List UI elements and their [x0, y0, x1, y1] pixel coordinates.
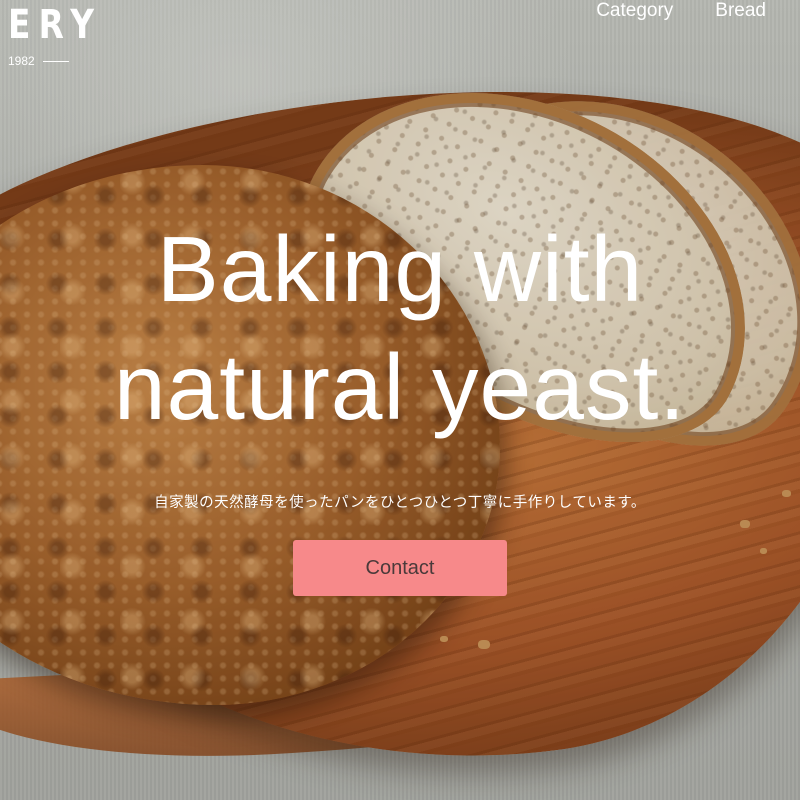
nav-item-bread[interactable]: Bread: [715, 0, 766, 22]
brand-logo[interactable]: ERY 1982: [8, 2, 123, 68]
hero-headline-line-1: Baking with: [156, 217, 644, 321]
hero-subtitle: 自家製の天然酵母を使ったパンをひとつひとつ丁寧に手作りしています。: [154, 495, 646, 511]
brand-since-year: 1982: [8, 54, 35, 68]
brand-since-rule: [42, 60, 69, 62]
contact-button[interactable]: Contact: [293, 540, 507, 596]
hero-headline-line-2: natural yeast.: [113, 335, 687, 439]
nav-item-category[interactable]: Category: [596, 0, 673, 22]
hero-headline: Baking with natural yeast.: [0, 210, 800, 446]
brand-since: 1982: [8, 54, 123, 68]
main-nav: Category Bread: [596, 0, 800, 22]
brand-wordmark: ERY: [8, 2, 103, 48]
